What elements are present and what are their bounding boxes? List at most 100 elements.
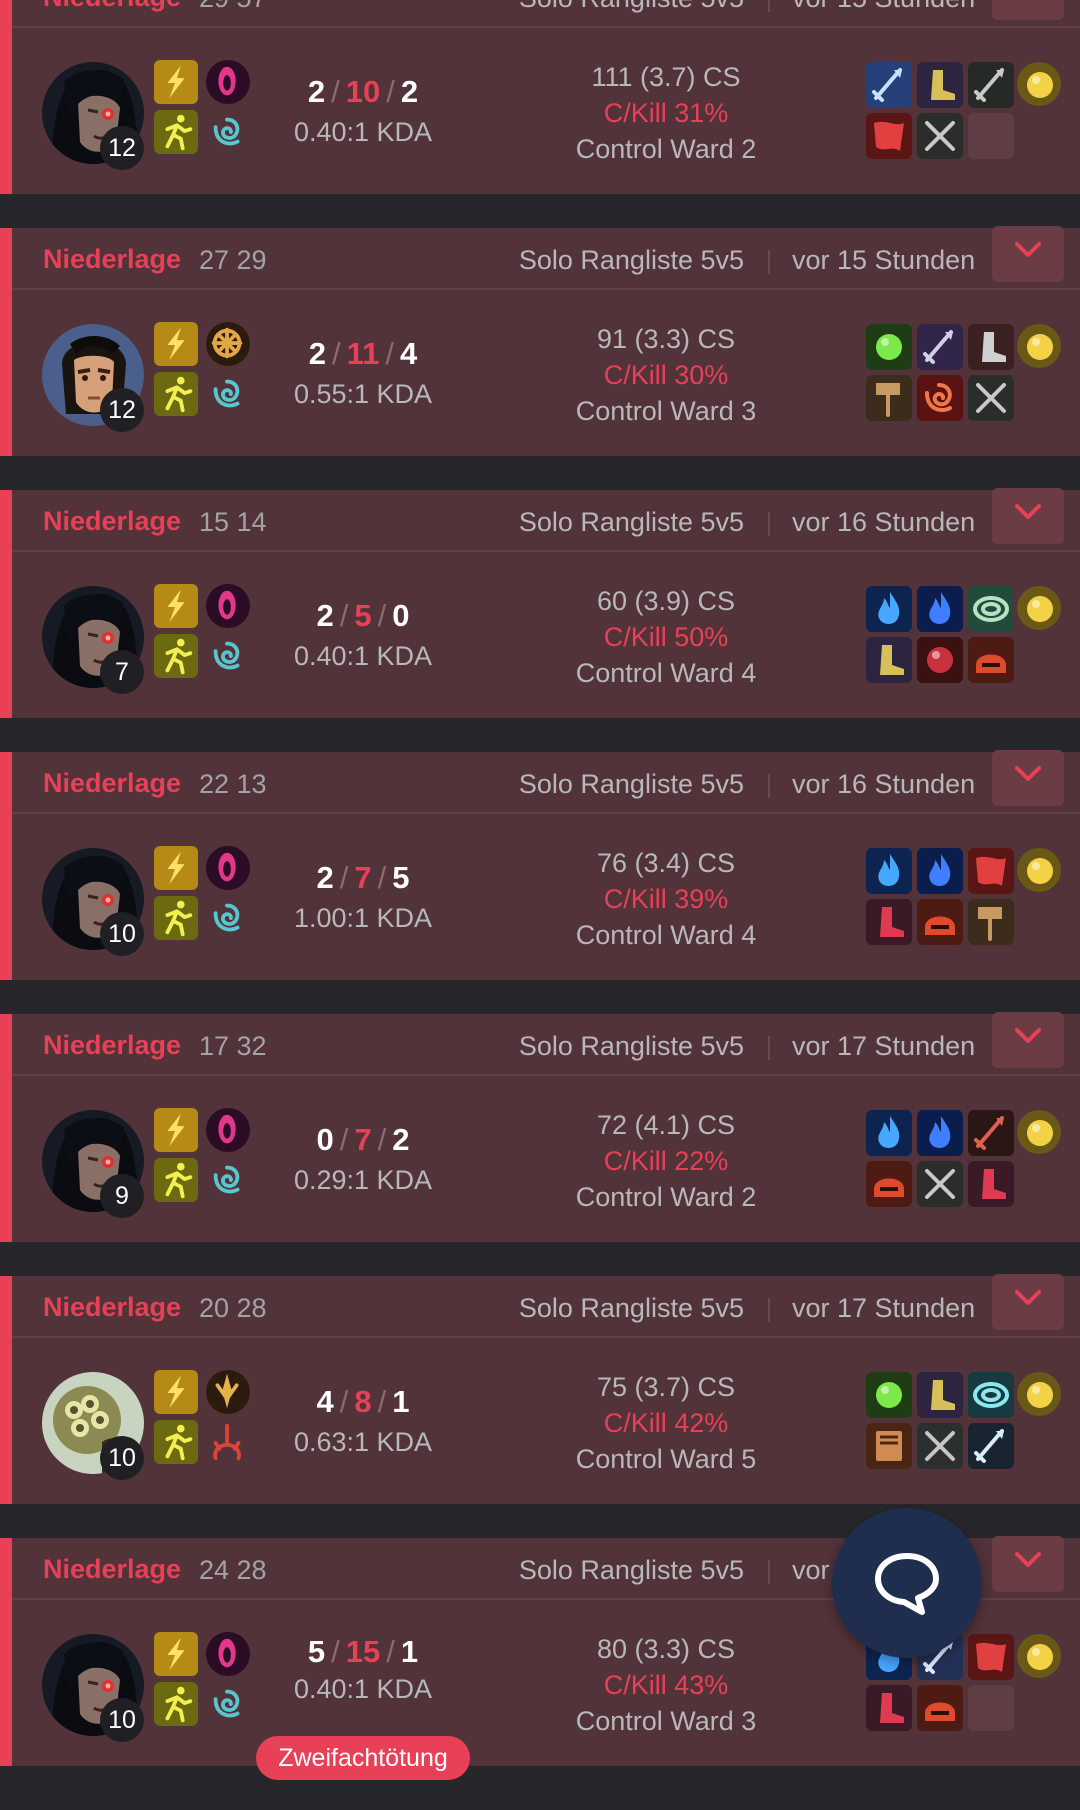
kills: 2 [307, 74, 326, 109]
kda-slash: / [339, 1122, 349, 1157]
ghost-spell-icon [154, 1158, 198, 1202]
kill-participation: C/Kill 50% [603, 622, 729, 652]
match-card[interactable]: Niederlage 15 14 Solo Rangliste 5v5 vor 16 … [0, 488, 1080, 718]
result-stripe [0, 0, 12, 194]
result-stripe [0, 752, 12, 980]
blue-flame-item-icon [866, 848, 912, 894]
assists: 5 [392, 860, 410, 895]
header-separator [768, 0, 770, 12]
control-wards: Control Ward 3 [575, 396, 757, 426]
ghost-spell-icon [154, 372, 198, 416]
flash-spell-icon [154, 322, 198, 366]
result-stripe [0, 1538, 12, 1766]
expand-button[interactable] [992, 226, 1064, 282]
red-helm-item-icon [968, 637, 1014, 683]
time-ago: vor 15 Stunden [792, 245, 976, 275]
sorcery-rune-icon [206, 110, 250, 154]
crossed-blades-item-icon [917, 1161, 963, 1207]
creep-score: 72 (4.1) CS [596, 1110, 736, 1140]
deaths: 7 [354, 860, 372, 895]
kda-score: 2/5/0 [250, 598, 476, 634]
kills: 5 [307, 1634, 326, 1669]
match-id: 17 32 [199, 1031, 267, 1061]
kill-participation: C/Kill 39% [603, 884, 729, 914]
ward-trinket-icon [1017, 62, 1061, 106]
match-card[interactable]: Niederlage 29 57 Solo Rangliste 5v5 vor 15 … [0, 0, 1080, 194]
expand-button[interactable] [992, 1536, 1064, 1592]
match-card[interactable]: Niederlage 22 13 Solo Rangliste 5v5 vor 16 … [0, 750, 1080, 980]
champion-level: 10 [100, 912, 144, 956]
match-result: Niederlage [43, 506, 182, 536]
chat-button[interactable] [832, 1508, 982, 1658]
match-card[interactable]: Niederlage 20 28 Solo Rangliste 5v5 vor 17 … [0, 1274, 1080, 1504]
expand-button[interactable] [992, 0, 1064, 20]
sorcery-rune-icon [206, 896, 250, 940]
expand-button[interactable] [992, 488, 1064, 544]
queue-type: Solo Rangliste 5v5 [518, 1555, 744, 1585]
blue-flame-item-icon [866, 586, 912, 632]
red-potion-item-icon [917, 637, 963, 683]
match-divider [0, 1266, 1080, 1276]
kda-slash: / [331, 336, 341, 371]
match-result: Niederlage [43, 1030, 182, 1060]
expand-button[interactable] [992, 1274, 1064, 1330]
kda-slash: / [377, 598, 387, 633]
kills: 2 [316, 860, 334, 895]
domination-rune-icon [206, 1420, 250, 1464]
assists: 0 [392, 598, 410, 633]
match-divider [0, 1004, 1080, 1014]
kill-participation: C/Kill 31% [603, 98, 729, 128]
hammer-item-icon [968, 899, 1014, 945]
conqueror-rune-icon [206, 322, 250, 366]
queue-type: Solo Rangliste 5v5 [518, 507, 744, 537]
header-separator [768, 250, 770, 274]
blue-orb-item-icon [917, 586, 963, 632]
boots-item-icon [917, 1372, 963, 1418]
red-swirl-item-icon [917, 375, 963, 421]
kda-slash: / [385, 336, 395, 371]
kda-ratio: 0.55:1 KDA [293, 379, 433, 409]
kda-slash: / [339, 1384, 349, 1419]
kda-score: 2/11/4 [250, 336, 476, 372]
kda-ratio: 0.40:1 KDA [293, 1674, 433, 1704]
crossed-blades-item-icon [968, 375, 1014, 421]
kill-participation: C/Kill 42% [603, 1408, 729, 1438]
match-header: Niederlage 27 29 Solo Rangliste 5v5 vor 15 … [12, 226, 1080, 290]
match-id: 29 57 [199, 0, 267, 14]
chevron-down-icon [1015, 1552, 1041, 1567]
flash-spell-icon [154, 1108, 198, 1152]
header-separator [768, 774, 770, 798]
electrocute-rune-icon [206, 584, 250, 628]
kill-participation: C/Kill 30% [603, 360, 729, 390]
result-stripe [0, 490, 12, 718]
champion-level: 9 [100, 1174, 144, 1218]
red-cloak-item-icon [866, 113, 912, 159]
kda-slash: / [386, 1634, 395, 1669]
flash-spell-icon [154, 584, 198, 628]
ward-trinket-icon [1017, 848, 1061, 892]
header-separator [768, 1560, 770, 1584]
expand-button[interactable] [992, 750, 1064, 806]
electrocute-rune-icon [206, 60, 250, 104]
chevron-down-icon [1015, 1028, 1041, 1043]
multikill-badge: Zweifachtötung [256, 1736, 470, 1780]
match-card[interactable]: Niederlage 17 32 Solo Rangliste 5v5 vor 17 … [0, 1012, 1080, 1242]
assists: 1 [392, 1384, 410, 1419]
kda-slash: / [386, 74, 395, 109]
control-wards: Control Ward 2 [575, 134, 757, 164]
time-ago: vor 16 Stunden [792, 507, 976, 537]
match-header: Niederlage 29 57 Solo Rangliste 5v5 vor 15 … [12, 0, 1080, 28]
flash-spell-icon [154, 1632, 198, 1676]
match-divider [0, 480, 1080, 490]
match-card[interactable]: Niederlage 27 29 Solo Rangliste 5v5 vor 15 … [0, 226, 1080, 456]
assists: 1 [400, 1634, 419, 1669]
expand-button[interactable] [992, 1012, 1064, 1068]
kda-ratio: 0.63:1 KDA [293, 1427, 433, 1457]
match-id: 27 29 [199, 245, 267, 275]
creep-score: 75 (3.7) CS [596, 1372, 736, 1402]
chevron-down-icon [1015, 1290, 1041, 1305]
long-blade-item-icon [968, 1423, 1014, 1469]
blue-flame-item-icon [866, 1110, 912, 1156]
control-wards: Control Ward 2 [575, 1182, 757, 1212]
control-wards: Control Ward 4 [575, 658, 757, 688]
